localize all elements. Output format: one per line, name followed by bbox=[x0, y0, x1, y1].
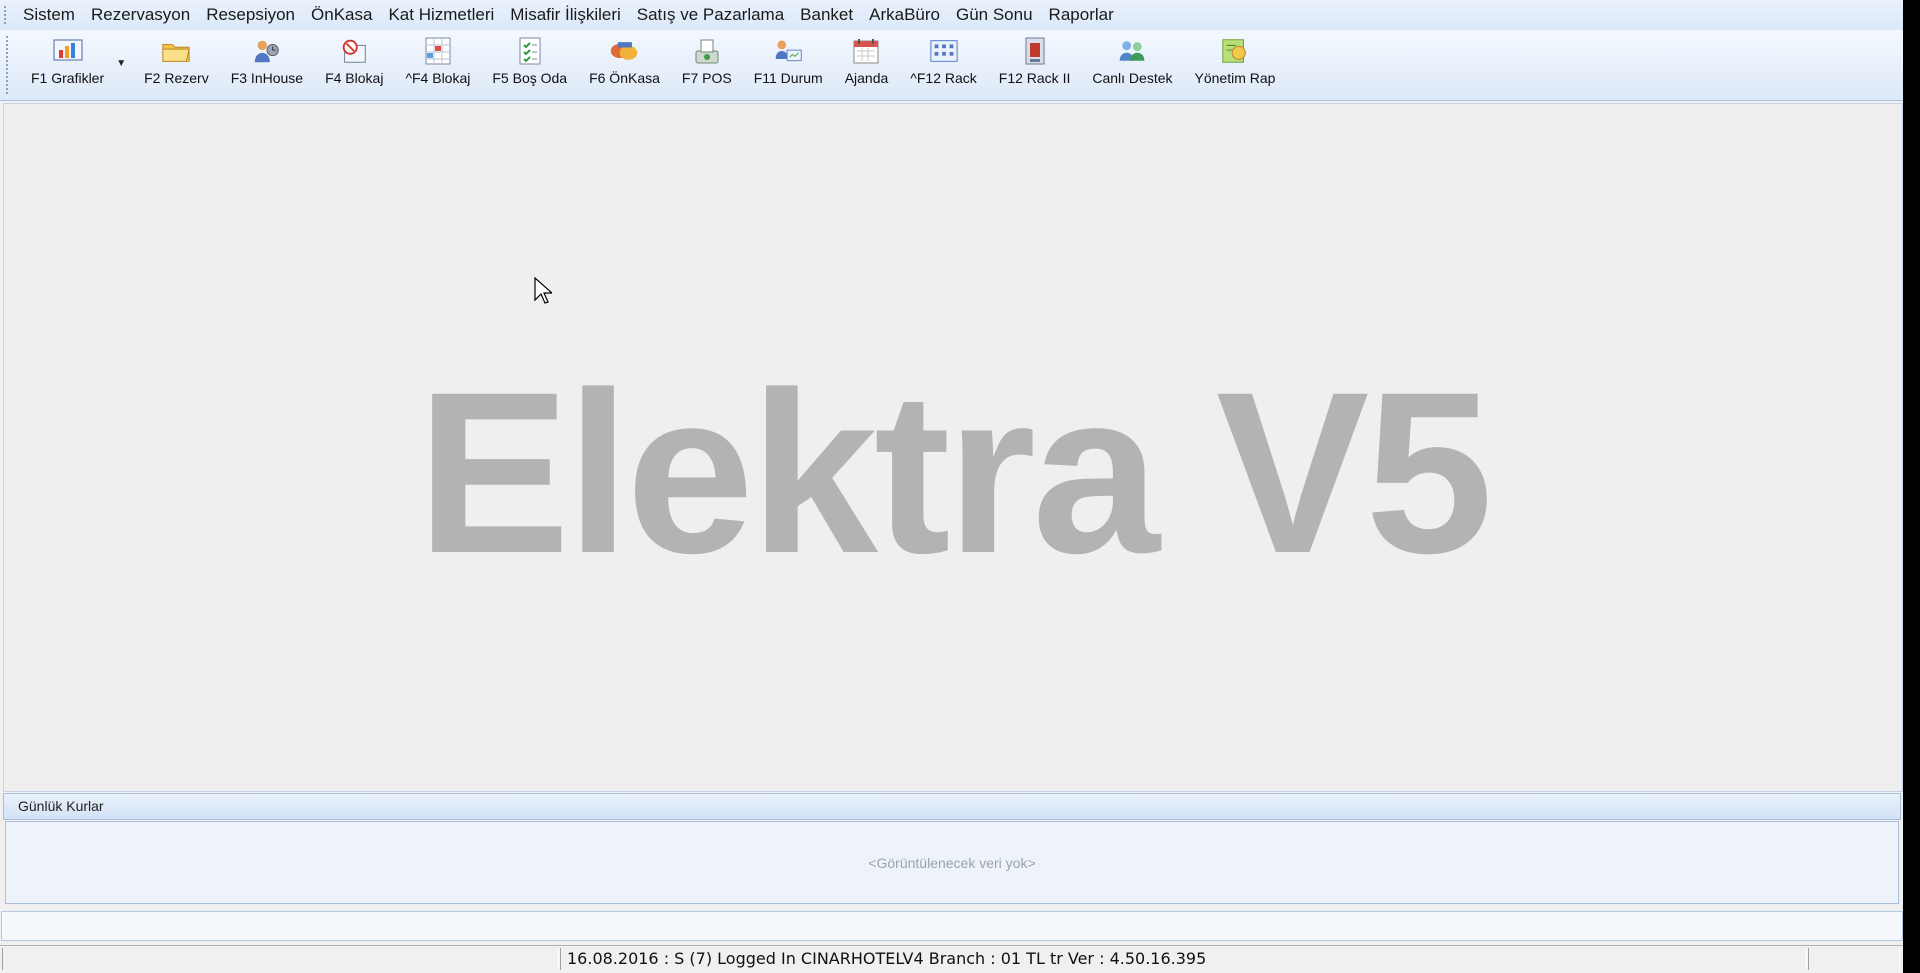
menu-misafir-iliskileri[interactable]: Misafir İlişkileri bbox=[502, 0, 629, 30]
rack2-icon bbox=[1020, 36, 1050, 66]
menu-raporlar[interactable]: Raporlar bbox=[1041, 0, 1122, 30]
canli-destek-button[interactable]: Canlı Destek bbox=[1092, 36, 1173, 86]
f2-rezerv-button[interactable]: F2 Rezerv bbox=[144, 36, 209, 86]
menu-bar: Sistem Rezervasyon Resepsiyon ÖnKasa Kat… bbox=[0, 0, 1903, 30]
daily-rates-panel: Günlük Kurlar <Görüntülenecek veri yok> bbox=[3, 793, 1901, 906]
mouse-cursor-icon bbox=[534, 277, 552, 304]
yonetim-rap-button[interactable]: Yönetim Rap bbox=[1194, 36, 1276, 86]
f12-rack-ii-button[interactable]: F12 Rack II bbox=[998, 36, 1071, 86]
folder-icon bbox=[161, 36, 191, 66]
pos-icon bbox=[692, 36, 722, 66]
f1-grafikler-label: F1 Grafikler bbox=[31, 70, 105, 86]
grid-block-icon bbox=[423, 36, 453, 66]
canli-destek-label: Canlı Destek bbox=[1092, 70, 1173, 86]
ctrl-f12-rack-label: ^F12 Rack bbox=[910, 70, 977, 86]
menu-kat-hizmetleri[interactable]: Kat Hizmetleri bbox=[380, 0, 502, 30]
app-watermark: Elektra V5 bbox=[416, 344, 1493, 601]
f3-inhouse-button[interactable]: F3 InHouse bbox=[231, 36, 303, 86]
menu-satis-pazarlama[interactable]: Satış ve Pazarlama bbox=[629, 0, 792, 30]
cashier-icon bbox=[609, 36, 639, 66]
f5-bos-oda-label: F5 Boş Oda bbox=[492, 70, 568, 86]
menu-banket[interactable]: Banket bbox=[792, 0, 861, 30]
yonetim-rap-label: Yönetim Rap bbox=[1194, 70, 1276, 86]
chevron-down-icon[interactable]: ▼ bbox=[116, 58, 126, 69]
status-bar: 16.08.2016 : S (7) Logged In CINARHOTELV… bbox=[0, 945, 1903, 973]
f12-rack-ii-label: F12 Rack II bbox=[998, 70, 1071, 86]
f11-durum-label: F11 Durum bbox=[753, 70, 823, 86]
ctrl-f12-rack-button[interactable]: ^F12 Rack bbox=[910, 36, 977, 86]
f4-blokaj-button[interactable]: F4 Blokaj bbox=[325, 36, 383, 86]
mdi-workspace[interactable]: Elektra V5 bbox=[3, 103, 1903, 792]
f1-grafikler-button[interactable]: F1 Grafikler ▼ bbox=[31, 36, 126, 86]
f2-rezerv-label: F2 Rezerv bbox=[144, 70, 209, 86]
status-icon bbox=[773, 36, 803, 66]
menu-resepsiyon[interactable]: Resepsiyon bbox=[198, 0, 303, 30]
empty-grid-message: <Görüntülenecek veri yok> bbox=[868, 854, 1036, 871]
report-icon bbox=[1220, 36, 1250, 66]
toolbar: F1 Grafikler ▼ F2 Rezerv F3 InHouse F4 B… bbox=[0, 30, 1903, 101]
rack-icon bbox=[929, 36, 959, 66]
f11-durum-button[interactable]: F11 Durum bbox=[754, 36, 823, 86]
daily-rates-title[interactable]: Günlük Kurlar bbox=[3, 793, 1901, 820]
application-window: Sistem Rezervasyon Resepsiyon ÖnKasa Kat… bbox=[0, 0, 1903, 973]
ajanda-label: Ajanda bbox=[844, 70, 889, 86]
screen-edge bbox=[1903, 0, 1920, 972]
menu-rezervasyon[interactable]: Rezervasyon bbox=[83, 0, 198, 30]
f6-onkasa-label: F6 ÖnKasa bbox=[589, 70, 660, 86]
menu-grip[interactable] bbox=[4, 6, 9, 24]
ctrl-f4-blokaj-label: ^F4 Blokaj bbox=[405, 70, 471, 86]
support-icon bbox=[1117, 36, 1147, 66]
menu-onkasa[interactable]: ÖnKasa bbox=[303, 0, 380, 30]
bottom-bar bbox=[1, 911, 1903, 941]
checklist-icon bbox=[515, 36, 545, 66]
daily-rates-grid[interactable]: <Görüntülenecek veri yok> bbox=[5, 821, 1899, 904]
f7-pos-button[interactable]: F7 POS bbox=[682, 36, 732, 86]
status-text: 16.08.2016 : S (7) Logged In CINARHOTELV… bbox=[567, 949, 1207, 968]
menu-arkaburo[interactable]: ArkaBüro bbox=[861, 0, 948, 30]
menu-sistem[interactable]: Sistem bbox=[15, 0, 83, 30]
f7-pos-label: F7 POS bbox=[681, 70, 732, 86]
menu-gun-sonu[interactable]: Gün Sonu bbox=[948, 0, 1041, 30]
f6-onkasa-button[interactable]: F6 ÖnKasa bbox=[589, 36, 660, 86]
toolbar-grip[interactable] bbox=[6, 36, 11, 94]
chart-icon bbox=[53, 36, 83, 66]
f4-blokaj-label: F4 Blokaj bbox=[325, 70, 384, 86]
status-cell-left bbox=[2, 948, 559, 970]
block-icon bbox=[339, 36, 369, 66]
ajanda-button[interactable]: Ajanda bbox=[844, 36, 889, 86]
ctrl-f4-blokaj-button[interactable]: ^F4 Blokaj bbox=[405, 36, 470, 86]
status-cell-right bbox=[1808, 948, 1900, 970]
calendar-icon bbox=[851, 36, 881, 66]
f5-bos-oda-button[interactable]: F5 Boş Oda bbox=[492, 36, 567, 86]
f3-inhouse-label: F3 InHouse bbox=[230, 70, 304, 86]
guests-icon bbox=[252, 36, 282, 66]
